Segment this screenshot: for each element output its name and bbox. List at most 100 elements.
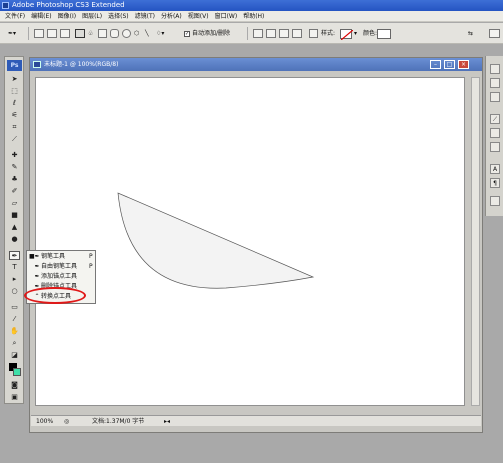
gradient-tool-icon[interactable]: ■: [9, 211, 20, 220]
ps-logo: Ps: [7, 60, 22, 71]
rounded-rectangle-icon[interactable]: [110, 29, 119, 38]
document-window: 未标题-1 @ 100%(RGB/8) – □ × 100% ◎ 文档:1.37…: [29, 57, 483, 433]
blur-tool-icon[interactable]: ▲: [9, 223, 20, 232]
layer-link-icon[interactable]: [309, 29, 318, 38]
photoshop-app-icon: [2, 2, 9, 9]
menu-window[interactable]: 窗口(W): [213, 11, 242, 22]
zoom-level[interactable]: 100%: [36, 416, 53, 427]
menu-help[interactable]: 帮助(H): [241, 11, 268, 22]
menu-edit[interactable]: 编辑(E): [29, 11, 55, 22]
tools-panel: Ps ➤ ⬚ ℓ ⚟ ⌗ ⟋ ✚ ✎ ♣ ✐ ▱ ■ ▲ ● ✒ T ▸ ○ ▭…: [4, 56, 24, 404]
panel-dock: ⟋ A ¶: [485, 56, 503, 216]
maximize-button[interactable]: □: [444, 60, 455, 69]
menu-analysis[interactable]: 分析(A): [159, 11, 186, 22]
info-panel-icon[interactable]: [490, 92, 500, 102]
default-colors-icon[interactable]: ◪: [9, 351, 20, 360]
options-bar: ✒▾ ♧ ⬡ ╲ ♢▾ ✓ 自动添加/删除 样式: ▾ 颜色: ⇆: [0, 23, 503, 44]
auto-add-delete-checkbox[interactable]: ✓: [184, 31, 190, 37]
path-combine-add-icon[interactable]: [253, 29, 263, 38]
ellipse-shape-icon[interactable]: [122, 29, 131, 38]
history-brush-tool-icon[interactable]: ✐: [9, 187, 20, 196]
layers-panel-icon[interactable]: [490, 196, 500, 206]
style-dropdown-arrow-icon[interactable]: ▾: [354, 28, 357, 39]
type-tool-icon[interactable]: T: [9, 263, 20, 272]
auto-add-delete-label: 自动添加/删除: [192, 30, 231, 37]
menu-layer[interactable]: 图层(L): [80, 11, 106, 22]
menu-file[interactable]: 文件(F): [3, 11, 29, 22]
menu-bar: 文件(F) 编辑(E) 图像(I) 图层(L) 选择(S) 滤镜(T) 分析(A…: [0, 11, 503, 22]
hand-tool-icon[interactable]: ✋: [9, 327, 20, 336]
marquee-tool-icon[interactable]: ⬚: [9, 87, 20, 96]
style-label: 样式:: [321, 30, 336, 37]
line-shape-icon[interactable]: ╲: [145, 28, 149, 39]
character-panel-icon[interactable]: A: [490, 164, 500, 174]
document-canvas[interactable]: [35, 77, 465, 406]
zoom-tool-icon[interactable]: ⌕: [9, 339, 20, 348]
status-info-icon[interactable]: ◎: [64, 416, 69, 427]
dodge-tool-icon[interactable]: ●: [9, 235, 20, 244]
shape-layers-icon[interactable]: [34, 29, 44, 38]
layer-comps-panel-icon[interactable]: [490, 142, 500, 152]
path-selection-tool-icon[interactable]: ▸: [9, 275, 20, 284]
pen-tool-preset-icon[interactable]: ✒▾: [8, 28, 16, 39]
document-title: 未标题-1 @ 100%(RGB/8): [44, 61, 119, 68]
menu-select[interactable]: 选择(S): [106, 11, 133, 22]
flyout-item-pen-tool[interactable]: ■ ✒ 钢笔工具 P: [27, 252, 95, 262]
path-combine-exclude-icon[interactable]: [292, 29, 302, 38]
status-bar: 100% ◎ 文档:1.37M/0 字节 ▸◂: [31, 415, 481, 426]
pen-icon[interactable]: [75, 29, 85, 38]
menu-image[interactable]: 图像(I): [56, 11, 80, 22]
document-info: 文档:1.37M/0 字节: [92, 418, 145, 425]
path-combine-intersect-icon[interactable]: [279, 29, 289, 38]
lasso-tool-icon[interactable]: ℓ: [9, 99, 20, 108]
histogram-panel-icon[interactable]: [490, 78, 500, 88]
style-swatch[interactable]: [340, 29, 354, 41]
tool-presets-panel-icon[interactable]: [490, 128, 500, 138]
custom-shape-icon[interactable]: ♢▾: [156, 28, 164, 39]
crop-tool-icon[interactable]: ⌗: [9, 123, 20, 132]
clone-stamp-tool-icon[interactable]: ♣: [9, 175, 20, 184]
healing-brush-tool-icon[interactable]: ✚: [9, 151, 20, 160]
eyedropper-tool-icon[interactable]: ⁄: [9, 315, 20, 324]
slice-tool-icon[interactable]: ⟋: [9, 135, 20, 144]
magic-wand-tool-icon[interactable]: ⚟: [9, 111, 20, 120]
app-title: Adobe Photoshop CS3 Extended: [12, 1, 125, 9]
fill-pixels-icon[interactable]: [60, 29, 70, 38]
notes-tool-icon[interactable]: ▭: [9, 303, 20, 312]
navigator-panel-icon[interactable]: [490, 64, 500, 74]
freeform-pen-icon[interactable]: ♧: [88, 28, 93, 39]
add-anchor-point-icon: ✒: [34, 273, 40, 280]
quick-mask-icon[interactable]: ◙: [9, 381, 20, 390]
status-arrow-icon[interactable]: ▸◂: [164, 416, 170, 427]
options-divider: [247, 27, 248, 40]
brushes-panel-icon[interactable]: ⟋: [490, 114, 500, 124]
close-button[interactable]: ×: [458, 60, 469, 69]
selected-bullet-icon: ■: [29, 253, 35, 260]
polygon-shape-icon[interactable]: ⬡: [134, 28, 139, 39]
paragraph-panel-icon[interactable]: ¶: [490, 178, 500, 188]
menu-view[interactable]: 视图(V): [186, 11, 213, 22]
path-combine-subtract-icon[interactable]: [266, 29, 276, 38]
flyout-item-freeform-pen-tool[interactable]: ✒ 自由钢笔工具 P: [27, 262, 95, 272]
palette-well-icon[interactable]: [489, 29, 500, 38]
paths-mode-icon[interactable]: [47, 29, 57, 38]
flyout-item-add-anchor-point-tool[interactable]: ✒ 添加锚点工具: [27, 272, 95, 282]
options-divider: [28, 27, 29, 40]
pen-tool-icon[interactable]: ✒: [9, 251, 20, 260]
workspace-icon[interactable]: ⇆: [468, 28, 473, 39]
vertical-scrollbar[interactable]: [471, 77, 480, 406]
background-color-swatch[interactable]: [13, 368, 21, 376]
canvas-drawing: [117, 192, 315, 289]
menu-filter[interactable]: 滤镜(T): [133, 11, 159, 22]
screen-mode-icon[interactable]: ▣: [9, 393, 20, 402]
shape-tool-icon[interactable]: ○: [9, 287, 20, 296]
rectangle-shape-icon[interactable]: [98, 29, 107, 38]
freeform-pen-icon: ✒: [34, 263, 40, 270]
document-title-bar: 未标题-1 @ 100%(RGB/8) – □ ×: [30, 58, 482, 71]
no-style-icon: [340, 29, 354, 41]
eraser-tool-icon[interactable]: ▱: [9, 199, 20, 208]
minimize-button[interactable]: –: [430, 60, 441, 69]
move-tool-icon[interactable]: ➤: [9, 75, 20, 84]
color-swatch[interactable]: [377, 29, 391, 39]
brush-tool-icon[interactable]: ✎: [9, 163, 20, 172]
